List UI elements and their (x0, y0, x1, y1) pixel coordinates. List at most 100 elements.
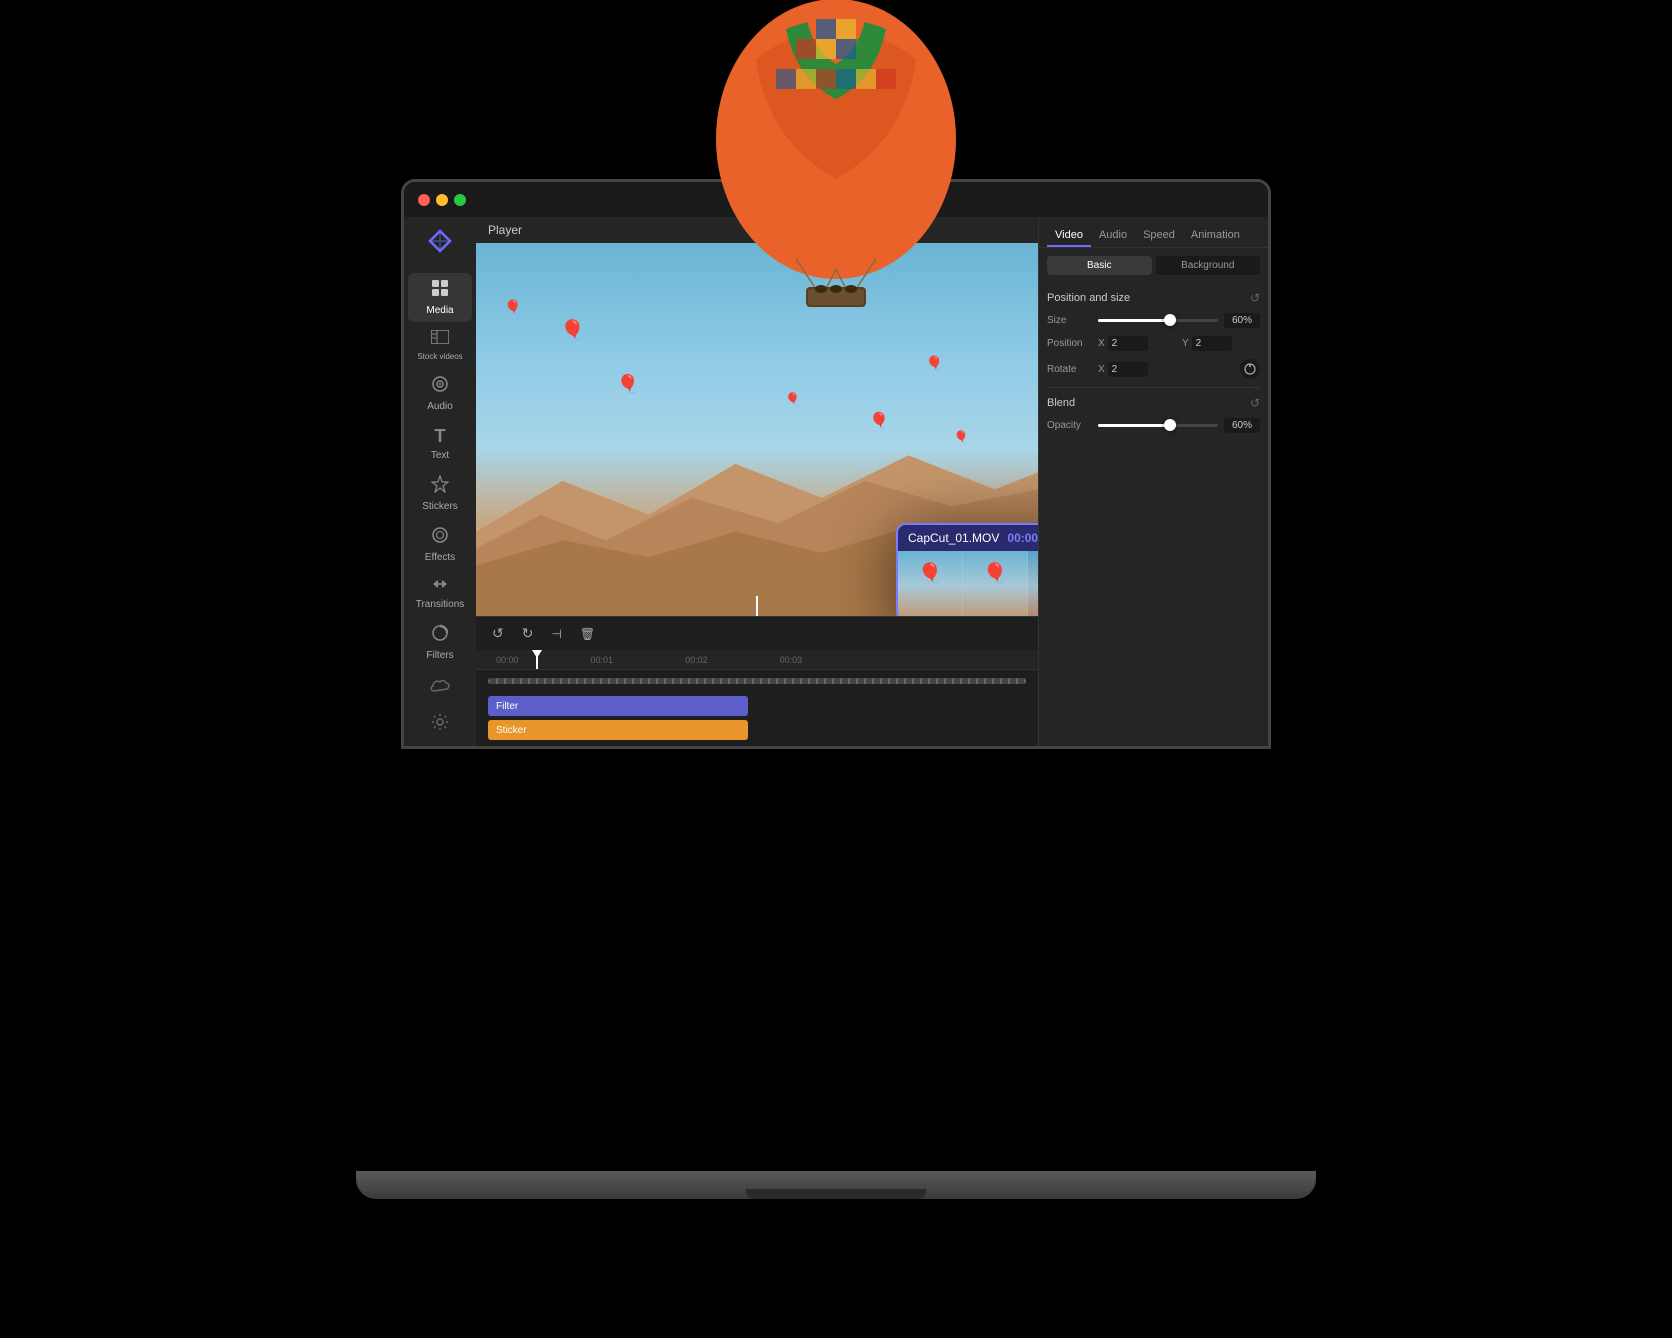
rotate-dial-button[interactable] (1240, 359, 1260, 379)
rotate-label: Rotate (1047, 364, 1092, 375)
timeline-controls: ↺ ↻ ⊣ 🗑 (476, 617, 1038, 650)
balloon-hero (696, 0, 976, 359)
sub-tab-background[interactable]: Background (1156, 256, 1261, 275)
maximize-button[interactable] (454, 194, 466, 206)
stickers-icon (431, 475, 449, 498)
position-x-field[interactable] (1108, 336, 1148, 351)
y-label: Y (1182, 338, 1189, 349)
timeline-ruler: 00:00 00:01 00:02 00:03 (476, 650, 1038, 670)
position-label: Position (1047, 338, 1092, 349)
balloon-small-5: 🎈 (869, 411, 889, 431)
delete-button[interactable]: 🗑 (576, 625, 599, 643)
track-filter[interactable]: Filter (488, 696, 748, 716)
sidebar-item-effects[interactable]: Effects (408, 520, 472, 569)
floating-clip: CapCut_01.MOV 00:00:07 🎈 🎈 (896, 523, 1038, 616)
rotate-x-label: X (1098, 364, 1105, 375)
split-button[interactable]: ⊣ (547, 625, 565, 643)
audio-label: Audio (427, 401, 453, 412)
position-x-input: X (1098, 336, 1176, 351)
traffic-lights (404, 184, 480, 216)
player-title: Player (488, 223, 522, 237)
balloon-small-3: 🎈 (617, 374, 639, 395)
effects-label: Effects (425, 552, 455, 563)
mark-2: 00:02 (685, 655, 708, 665)
laptop-base (356, 1171, 1316, 1199)
position-control: Position X Y (1047, 336, 1260, 351)
size-value: 60% (1224, 313, 1260, 328)
sidebar-item-stickers[interactable]: Stickers (408, 469, 472, 518)
balloon-small-1: 🎈 (560, 318, 585, 343)
tab-speed[interactable]: Speed (1135, 225, 1183, 247)
panel-sub-tabs: Basic Background (1039, 248, 1268, 283)
opacity-control: Opacity 60% (1047, 418, 1260, 433)
laptop-wrapper: Media Stock videos Audio T Text (311, 119, 1361, 1219)
opacity-slider[interactable] (1098, 424, 1218, 427)
opacity-label: Opacity (1047, 420, 1092, 431)
tab-audio[interactable]: Audio (1091, 225, 1135, 247)
size-control: Size 60% (1047, 313, 1260, 328)
media-label: Media (426, 305, 453, 316)
track-sticker[interactable]: Sticker (488, 720, 748, 740)
sidebar-item-text[interactable]: T Text (408, 420, 472, 467)
panel-content: Position and size ↺ Size 60% (1039, 283, 1268, 746)
stickers-label: Stickers (422, 501, 458, 512)
app-logo (424, 225, 456, 257)
timeline-playhead (536, 650, 538, 669)
transitions-label: Transitions (416, 599, 465, 610)
right-panel: Video Audio Speed Animation Basic (1038, 217, 1268, 746)
rotate-x-input: X (1098, 362, 1234, 377)
mark-0: 00:00 (496, 655, 519, 665)
effects-icon (431, 526, 449, 549)
divider-1 (1047, 387, 1260, 388)
filters-icon (431, 624, 449, 647)
sidebar-item-audio[interactable]: Audio (408, 369, 472, 418)
balloon-small-4: 🎈 (785, 392, 800, 406)
size-slider[interactable] (1098, 319, 1218, 322)
minimize-button[interactable] (436, 194, 448, 206)
panel-tabs: Video Audio Speed Animation (1039, 217, 1268, 248)
position-size-title: Position and size ↺ (1047, 291, 1260, 305)
blend-title: Blend ↺ (1047, 396, 1260, 410)
clip-timecode: 00:00:07 (1007, 531, 1038, 545)
sidebar: Media Stock videos Audio T Text (404, 217, 476, 746)
sub-tab-basic[interactable]: Basic (1047, 256, 1152, 275)
sidebar-item-stock-videos[interactable]: Stock videos (408, 324, 472, 367)
filter-label: Filter (496, 701, 518, 712)
audio-icon (431, 375, 449, 398)
settings-icon[interactable] (424, 706, 456, 738)
sticker-label: Sticker (496, 725, 527, 736)
position-reset-icon[interactable]: ↺ (1250, 291, 1260, 305)
filters-label: Filters (426, 650, 453, 661)
opacity-value: 60% (1224, 418, 1260, 433)
balloon-small-7: 🎈 (954, 430, 969, 444)
rotate-control: Rotate X (1047, 359, 1260, 379)
main-track[interactable] (488, 678, 1026, 684)
stock-videos-label: Stock videos (417, 352, 462, 361)
sidebar-item-media[interactable]: Media (408, 273, 472, 322)
clip-filename: CapCut_01.MOV (908, 531, 999, 545)
close-button[interactable] (418, 194, 430, 206)
mark-1: 00:01 (591, 655, 614, 665)
undo-button[interactable]: ↺ (488, 623, 508, 644)
rotate-x-field[interactable] (1108, 362, 1148, 377)
blend-reset-icon[interactable]: ↺ (1250, 396, 1260, 410)
transitions-icon (431, 577, 449, 596)
cloud-icon[interactable] (424, 670, 456, 702)
clip-filmstrip: 🎈 🎈 🎈 🎈 (898, 551, 1038, 616)
text-label: Text (431, 450, 449, 461)
position-y-input: Y (1182, 336, 1260, 351)
tab-animation[interactable]: Animation (1183, 225, 1248, 247)
sidebar-item-transitions[interactable]: Transitions (408, 571, 472, 616)
video-playhead (756, 596, 758, 616)
mark-3: 00:03 (780, 655, 803, 665)
sidebar-bottom (424, 670, 456, 746)
timeline-tracks: Filter Sticker (476, 670, 1038, 746)
redo-button[interactable]: ↻ (518, 623, 538, 644)
tab-video[interactable]: Video (1047, 225, 1091, 247)
stock-videos-icon (431, 330, 449, 349)
position-y-field[interactable] (1192, 336, 1232, 351)
sidebar-item-filters[interactable]: Filters (408, 618, 472, 667)
media-icon (431, 279, 449, 302)
x-label: X (1098, 338, 1105, 349)
balloon-small-2: 🎈 (504, 299, 521, 316)
